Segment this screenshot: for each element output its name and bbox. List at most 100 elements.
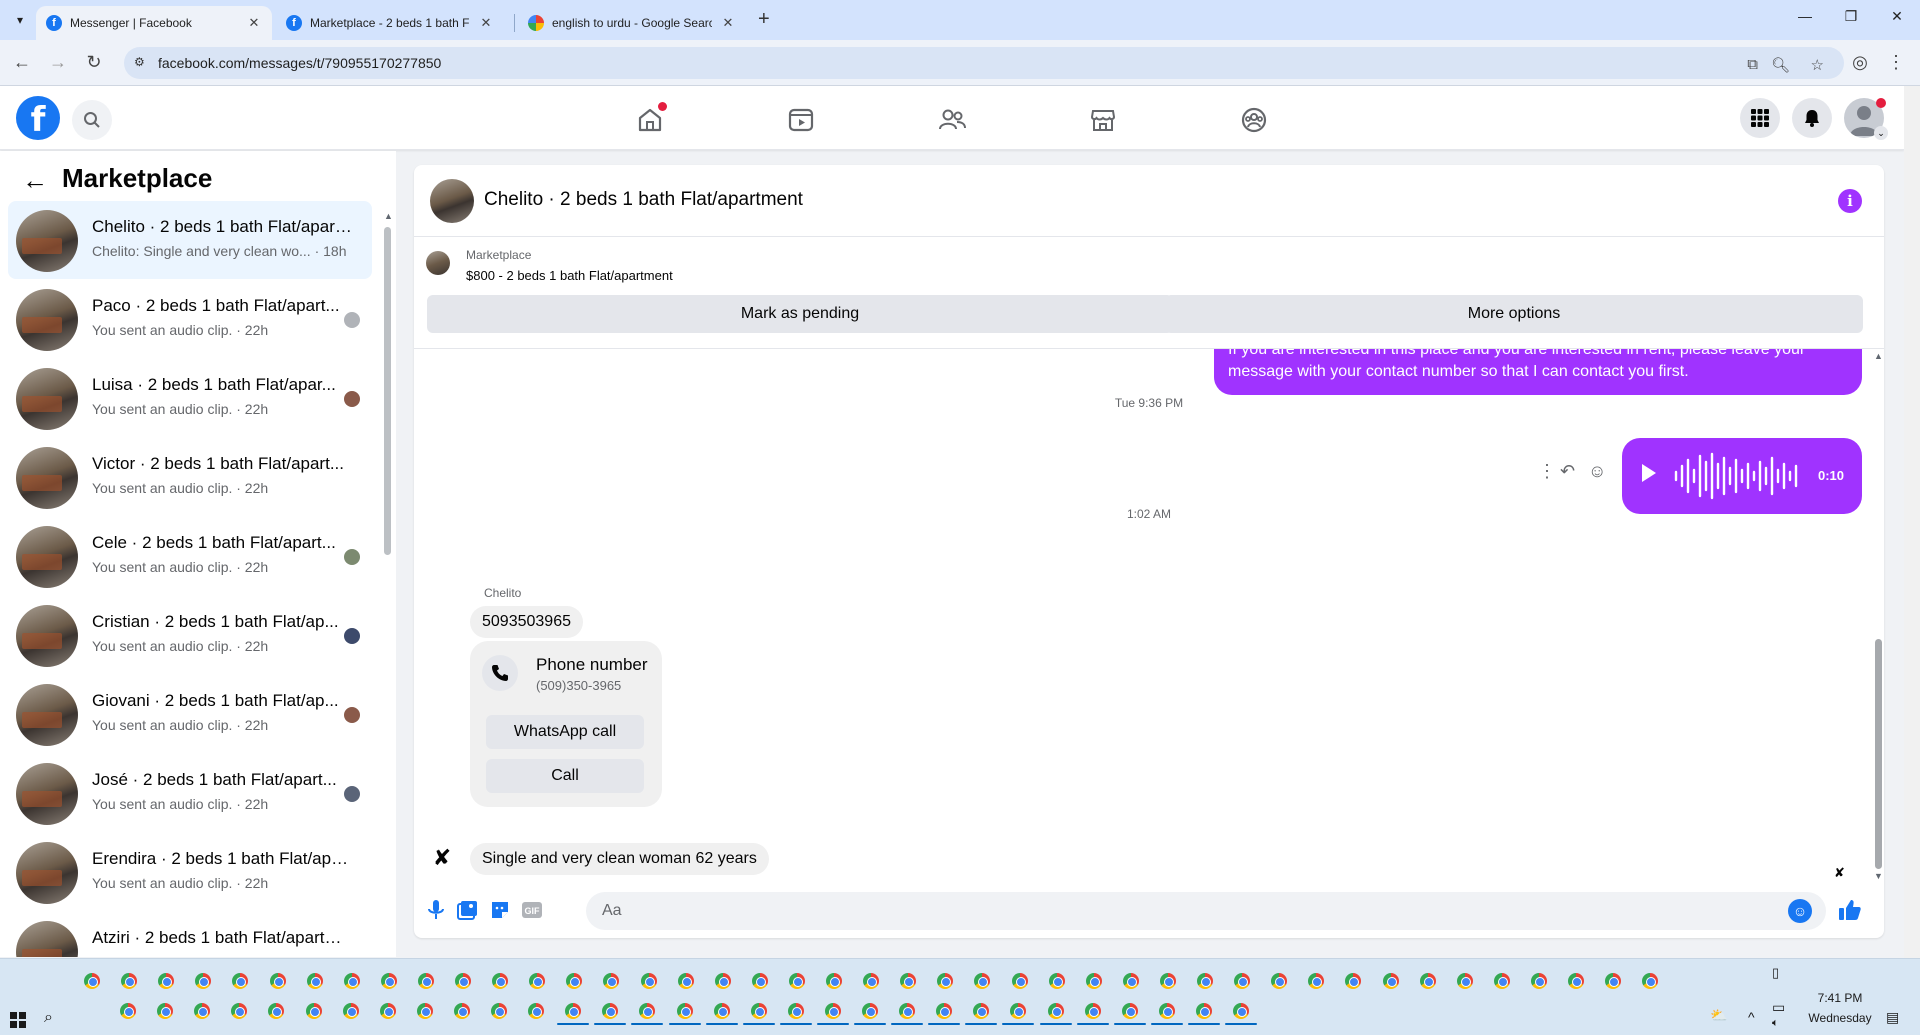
back-icon[interactable]: ← [10, 52, 34, 73]
site-info-icon[interactable]: ⚙ [134, 55, 148, 69]
taskbar-chrome-window-icon[interactable] [863, 973, 880, 989]
taskbar-chrome-window-icon[interactable] [1159, 973, 1176, 989]
taskbar-chrome-window-icon[interactable] [899, 1003, 916, 1019]
taskbar-chrome-window-icon[interactable] [973, 1003, 990, 1019]
taskbar-chrome-window-icon[interactable] [824, 1003, 841, 1019]
taskbar-chrome-window-icon[interactable] [1197, 973, 1213, 989]
address-bar[interactable]: ⚙ facebook.com/messages/t/79095517027785… [124, 47, 1844, 79]
more-options-button[interactable]: More options [1165, 295, 1863, 333]
taskbar-chrome-window-icon[interactable] [677, 973, 694, 989]
taskbar-chrome-window-icon[interactable] [1345, 973, 1362, 989]
taskbar-chrome-window-icon[interactable] [862, 1003, 878, 1019]
whatsapp-call-button[interactable]: WhatsApp call [486, 715, 644, 749]
tab-messenger[interactable]: f Messenger | Facebook ✕ [36, 6, 272, 40]
incoming-message[interactable]: Single and very clean woman 62 years [470, 843, 769, 875]
taskbar-chrome-window-icon[interactable] [231, 1003, 248, 1019]
marketplace-nav-button[interactable] [1083, 100, 1123, 140]
taskbar-chrome-window-icon[interactable] [1158, 1003, 1175, 1019]
chat-scrollbar[interactable]: ▲ ▼ [1874, 349, 1884, 884]
taskbar-chrome-window-icon[interactable] [1271, 973, 1288, 989]
taskbar-chrome-window-icon[interactable] [1048, 973, 1065, 989]
scrollbar-thumb[interactable] [1875, 639, 1882, 869]
groups-nav-button[interactable] [1234, 100, 1274, 140]
notification-center-icon[interactable]: ▤ [1886, 1009, 1899, 1026]
new-tab-button[interactable]: + [758, 8, 770, 31]
volume-icon[interactable]: 🔈︎ [1772, 1017, 1779, 1030]
taskbar-chrome-window-icon[interactable] [1234, 973, 1251, 989]
conversation-item[interactable]: Luisa · 2 beds 1 bath Flat/apar... You s… [8, 359, 372, 437]
conversation-item[interactable]: Cristian · 2 beds 1 bath Flat/ap... You … [8, 596, 372, 674]
close-tab-icon[interactable]: ✕ [478, 15, 494, 31]
taskbar-chrome-window-icon[interactable] [455, 973, 471, 989]
taskbar-chrome-window-icon[interactable] [158, 973, 175, 989]
taskbar-chrome-window-icon[interactable] [1642, 973, 1659, 989]
sticker-icon[interactable] [488, 898, 512, 922]
taskbar-chrome-window-icon[interactable] [194, 1003, 211, 1019]
taskbar-chrome-window-icon[interactable] [714, 973, 731, 989]
taskbar-chrome-window-icon[interactable] [1308, 973, 1325, 989]
taskbar-chrome-window-icon[interactable] [417, 973, 434, 989]
install-app-icon[interactable]: ⧉ [1747, 56, 1758, 73]
close-window-icon[interactable]: ✕ [1882, 8, 1912, 25]
taskbar-search-icon[interactable]: ⌕ [44, 1009, 53, 1027]
taskbar-chrome-window-icon[interactable] [640, 973, 657, 989]
scrollbar-thumb[interactable] [384, 227, 391, 555]
gif-icon[interactable]: GIF [520, 898, 544, 922]
taskbar-chrome-window-icon[interactable] [639, 1003, 656, 1019]
conversation-item[interactable]: Cele · 2 beds 1 bath Flat/apart... You s… [8, 517, 372, 595]
conversation-item[interactable]: Atziri · 2 beds 1 bath Flat/apartm... [8, 912, 372, 957]
taskbar-chrome-window-icon[interactable] [750, 1003, 767, 1019]
network-icon[interactable]: ▭ [1772, 999, 1785, 1016]
taskbar-chrome-window-icon[interactable] [416, 1003, 433, 1019]
taskbar-chrome-window-icon[interactable] [157, 1003, 174, 1019]
scroll-up-icon[interactable]: ▲ [1874, 351, 1883, 361]
taskbar-chrome-window-icon[interactable] [306, 973, 323, 989]
taskbar-chrome-window-icon[interactable] [84, 973, 100, 989]
minimize-icon[interactable]: — [1790, 8, 1820, 24]
mark-as-pending-button[interactable]: Mark as pending [427, 295, 1173, 333]
taskbar-chrome-window-icon[interactable] [1493, 973, 1510, 989]
menu-grid-button[interactable] [1740, 98, 1780, 138]
taskbar-chrome-window-icon[interactable] [1085, 973, 1102, 989]
conversation-item[interactable]: Paco · 2 beds 1 bath Flat/apart... You s… [8, 280, 372, 358]
taskbar-chrome-window-icon[interactable] [1530, 973, 1547, 989]
taskbar-chrome-window-icon[interactable] [120, 1003, 136, 1019]
browser-menu-icon[interactable]: ⋮ [1884, 52, 1908, 73]
scroll-down-icon[interactable]: ▼ [1874, 871, 1883, 881]
conversation-list-scrollbar[interactable]: ▲ ▼ [384, 211, 393, 951]
taskbar-chrome-window-icon[interactable] [1122, 973, 1139, 989]
conversation-item[interactable]: José · 2 beds 1 bath Flat/apart... You s… [8, 754, 372, 832]
clock-day[interactable]: Wednesday [1800, 1011, 1880, 1025]
forward-icon[interactable]: → [46, 52, 70, 73]
taskbar-chrome-window-icon[interactable] [937, 973, 954, 989]
taskbar-chrome-window-icon[interactable] [1382, 973, 1399, 989]
taskbar-chrome-window-icon[interactable] [195, 973, 212, 989]
taskbar-chrome-window-icon[interactable] [602, 1003, 619, 1019]
taskbar-chrome-window-icon[interactable] [936, 1003, 953, 1019]
taskbar-chrome-window-icon[interactable] [566, 973, 583, 989]
taskbar-chrome-window-icon[interactable] [453, 1003, 470, 1019]
taskbar-chrome-window-icon[interactable] [788, 973, 805, 989]
taskbar-chrome-window-icon[interactable] [379, 1003, 396, 1019]
taskbar-chrome-window-icon[interactable] [1233, 1003, 1249, 1019]
windows-start-icon[interactable] [10, 1012, 26, 1028]
zoom-icon[interactable]: 🔍︎ [1771, 56, 1790, 74]
conversation-item[interactable]: Erendira · 2 beds 1 bath Flat/apa... You… [8, 833, 372, 911]
play-icon[interactable] [1642, 464, 1656, 482]
battery-icon[interactable]: ▯ [1772, 965, 1779, 981]
taskbar-chrome-window-icon[interactable] [121, 973, 138, 989]
show-hidden-icons-chevron-icon[interactable]: ^ [1748, 1009, 1755, 1025]
tab-google-search[interactable]: english to urdu - Google Search ✕ [518, 6, 746, 40]
taskbar-chrome-window-icon[interactable] [1605, 973, 1622, 989]
taskbar-chrome-window-icon[interactable] [492, 973, 509, 989]
bookmark-star-icon[interactable]: ☆ [1811, 56, 1824, 74]
taskbar-chrome-window-icon[interactable] [1195, 1003, 1212, 1019]
profile-icon[interactable]: ◎ [1848, 52, 1872, 73]
close-tab-icon[interactable]: ✕ [246, 15, 262, 31]
taskbar-chrome-window-icon[interactable] [900, 973, 917, 989]
message-input[interactable]: Aa ☺ [586, 892, 1826, 930]
audio-message[interactable]: 0:10 [1622, 438, 1862, 514]
outgoing-message[interactable]: If you are interested in this place and … [1214, 349, 1862, 395]
chevron-down-icon[interactable]: ⌄ [1874, 126, 1888, 140]
weather-icon[interactable]: ⛅ [1710, 1007, 1727, 1024]
